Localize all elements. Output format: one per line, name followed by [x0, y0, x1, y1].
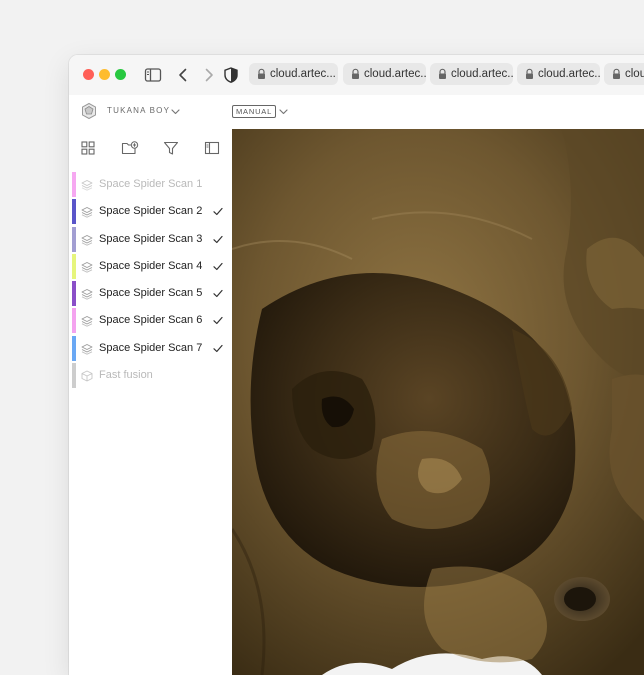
- scan-list-item[interactable]: Space Spider Scan 3: [69, 226, 232, 253]
- filter-icon[interactable]: [163, 140, 179, 156]
- browser-tab[interactable]: cloud.artec...: [517, 63, 600, 85]
- scan-color-bar: [72, 281, 76, 307]
- scan-color-bar: [72, 253, 76, 279]
- lock-icon: [526, 68, 533, 79]
- scan-name: Space Spider Scan 3: [99, 232, 203, 245]
- app-header: TUKANA BOY MANUAL: [69, 95, 644, 129]
- checkmark-icon[interactable]: [213, 235, 223, 244]
- layers-icon: [81, 207, 93, 218]
- layers-icon: [81, 180, 93, 191]
- tab-title: cloud.artec...: [538, 68, 600, 80]
- checkmark-icon[interactable]: [213, 207, 223, 216]
- browser-tab[interactable]: cloud.artec...: [430, 63, 513, 85]
- scan-name: Fast fusion: [99, 369, 153, 382]
- checkmark-icon[interactable]: [213, 289, 223, 298]
- scan-list: Space Spider Scan 1 Space Spider Scan 2 Sp…: [69, 171, 232, 389]
- checkmark-icon[interactable]: [213, 262, 223, 271]
- scan-color-bar: [72, 199, 76, 225]
- scan-color-bar: [72, 308, 76, 334]
- layers-icon: [81, 261, 93, 273]
- scan-color-bar: [72, 226, 76, 252]
- tab-title: cloud.artec...: [364, 68, 426, 80]
- scan-color-bar: [72, 172, 76, 197]
- browser-window: cloud.artec... cloud.artec... cloud.arte…: [69, 55, 644, 675]
- grid-icon[interactable]: [80, 140, 96, 156]
- 3d-viewport[interactable]: [232, 129, 644, 675]
- project-logo-icon[interactable]: [80, 102, 98, 120]
- scan-list-item[interactable]: Space Spider Scan 2: [69, 198, 232, 225]
- scan-name: Space Spider Scan 7: [99, 341, 203, 354]
- lock-icon: [439, 68, 446, 79]
- 3d-model-render: [232, 129, 644, 675]
- scan-name: Space Spider Scan 4: [99, 259, 203, 272]
- scan-list-item[interactable]: Fast fusion: [69, 362, 232, 389]
- tab-title: cloud.artec...: [270, 68, 336, 80]
- scan-list-item[interactable]: Space Spider Scan 7: [69, 335, 232, 362]
- tab-title: clou: [625, 68, 644, 80]
- lock-icon: [352, 68, 359, 79]
- cube-icon: [81, 370, 93, 382]
- close-window-button[interactable]: [83, 69, 94, 80]
- scan-list-item[interactable]: Space Spider Scan 4: [69, 253, 232, 280]
- scan-color-bar: [72, 335, 76, 361]
- project-name[interactable]: TUKANA BOY: [107, 106, 170, 115]
- scan-name: Space Spider Scan 1: [99, 178, 203, 190]
- browser-tab[interactable]: cloud.artec...: [249, 63, 338, 85]
- chevron-down-icon[interactable]: [171, 109, 180, 115]
- scans-sidebar: Space Spider Scan 1 Space Spider Scan 2 Sp…: [69, 129, 233, 675]
- layers-icon: [81, 316, 93, 328]
- layers-icon: [81, 234, 93, 246]
- scan-name: Space Spider Scan 2: [99, 205, 203, 218]
- panel-icon[interactable]: [204, 140, 220, 156]
- scan-list-item[interactable]: Space Spider Scan 6: [69, 307, 232, 334]
- mode-badge[interactable]: MANUAL: [232, 105, 277, 118]
- scan-name: Space Spider Scan 5: [99, 287, 203, 300]
- lock-icon: [613, 68, 620, 79]
- back-icon[interactable]: [174, 66, 192, 84]
- scan-color-bar: [72, 363, 76, 389]
- privacy-shield-icon[interactable]: [222, 66, 240, 84]
- browser-tab[interactable]: cloud.artec...: [343, 63, 426, 85]
- scan-list-item[interactable]: Space Spider Scan 5: [69, 280, 232, 307]
- layers-icon: [81, 289, 93, 300]
- layers-icon: [81, 343, 93, 355]
- tab-title: cloud.artec...: [451, 68, 513, 80]
- scan-name: Space Spider Scan 6: [99, 314, 203, 327]
- add-folder-icon[interactable]: [121, 140, 139, 156]
- lock-icon: [258, 68, 265, 79]
- forward-icon[interactable]: [200, 66, 218, 84]
- scan-list-item[interactable]: Space Spider Scan 1: [69, 171, 232, 198]
- zoom-window-button[interactable]: [115, 69, 126, 80]
- sidebar-toggle-icon[interactable]: [144, 66, 162, 84]
- checkmark-icon[interactable]: [213, 316, 223, 325]
- browser-toolbar: cloud.artec... cloud.artec... cloud.arte…: [69, 55, 644, 96]
- checkmark-icon[interactable]: [213, 344, 223, 353]
- browser-tab[interactable]: clou: [604, 63, 644, 85]
- minimize-window-button[interactable]: [99, 69, 110, 80]
- chevron-down-icon[interactable]: [279, 109, 288, 115]
